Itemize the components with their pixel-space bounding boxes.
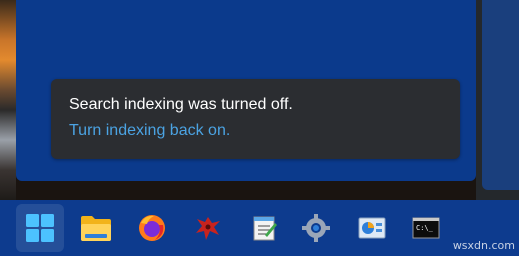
taskbar: C:\_ wsxdn.com xyxy=(0,200,519,256)
desktop-wallpaper-right xyxy=(476,0,519,200)
command-prompt-button[interactable]: C:\_ xyxy=(402,204,450,252)
red-app-button[interactable] xyxy=(184,204,232,252)
svg-text:C:\_: C:\_ xyxy=(416,224,434,232)
notepad-button[interactable] xyxy=(240,204,288,252)
start-button[interactable] xyxy=(16,204,64,252)
toast-message: Search indexing was turned off. xyxy=(69,96,293,113)
windows-logo-icon xyxy=(26,214,54,242)
desktop-wallpaper-left xyxy=(0,0,16,200)
red-bug-icon xyxy=(196,217,220,240)
firefox-button[interactable] xyxy=(128,204,176,252)
folder-icon xyxy=(81,216,111,241)
control-panel-button[interactable] xyxy=(348,204,396,252)
firefox-icon xyxy=(139,215,165,241)
file-explorer-button[interactable] xyxy=(72,204,120,252)
turn-indexing-on-link[interactable]: Turn indexing back on. xyxy=(69,122,230,140)
side-panel-edge xyxy=(482,0,519,190)
terminal-icon: C:\_ xyxy=(412,217,440,239)
settings-button[interactable] xyxy=(292,204,340,252)
control-panel-icon xyxy=(358,217,386,239)
notepad-icon xyxy=(253,216,277,241)
notification-toast: Search indexing was turned off. Turn ind… xyxy=(51,79,460,159)
watermark-text: wsxdn.com xyxy=(452,239,515,252)
gear-icon xyxy=(302,214,330,242)
